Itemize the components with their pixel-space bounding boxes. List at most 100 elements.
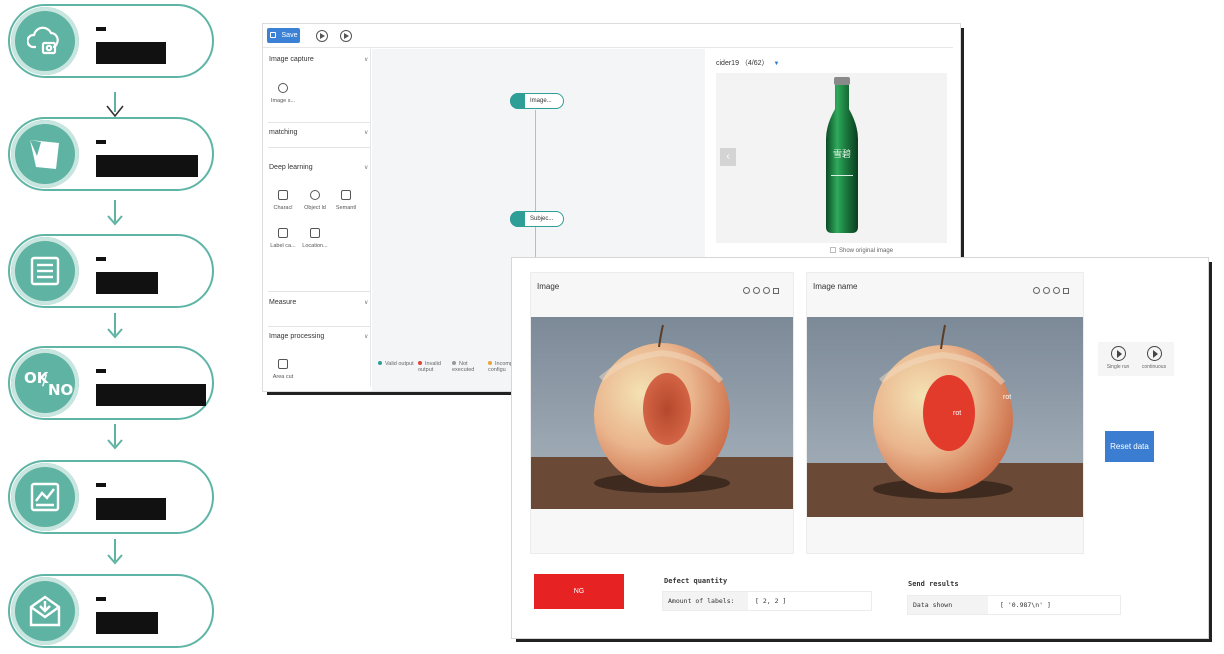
panel-title: Image name (813, 282, 858, 291)
bottle-image: 雪碧 (826, 77, 858, 233)
section-image-processing[interactable]: Image processing (269, 333, 324, 340)
bottle-logo: 雪碧 (833, 148, 851, 160)
image-name-panel: Image name rot rot (806, 272, 1084, 554)
dropdown-icon[interactable]: ▼ (773, 61, 779, 67)
no-label: NO (48, 381, 74, 399)
previous-image-button[interactable]: ‹ (720, 148, 736, 166)
target-icon (310, 190, 320, 200)
chevron-down-icon[interactable]: ∨ (364, 129, 368, 136)
workflow-step-send (8, 574, 214, 648)
fullscreen-icon[interactable] (1063, 288, 1069, 294)
caption-marker (96, 369, 106, 373)
workflow-step-judge: OK / NO (8, 346, 214, 420)
workflow-diagram: OK / NO (0, 0, 230, 654)
tool-semantic[interactable]: Semantl (331, 190, 361, 211)
legend-item: Not executed (452, 361, 475, 373)
caption-block (96, 272, 158, 294)
section-image-capture[interactable]: Image capture (269, 56, 314, 63)
caption-block (96, 612, 158, 634)
chevron-down-icon[interactable]: ∨ (364, 56, 368, 63)
caption-marker (96, 257, 106, 261)
tool-object-id[interactable]: Object ld (300, 190, 330, 211)
flow-arrow-icon (107, 539, 123, 565)
zoom-in-icon[interactable] (1033, 287, 1040, 294)
save-button[interactable]: Save (267, 28, 300, 43)
subject-node-icon (510, 211, 525, 227)
tool-label-class[interactable]: Label ca... (268, 228, 298, 249)
flow-arrow-icon (107, 200, 123, 226)
reset-view-icon[interactable] (1053, 287, 1060, 294)
defect-label: rot (953, 410, 961, 417)
chart-monitor-icon (11, 463, 79, 531)
send-key: Data shown (908, 596, 988, 614)
play-icon (1110, 346, 1126, 361)
zoom-in-icon[interactable] (743, 287, 750, 294)
reset-view-icon[interactable] (763, 287, 770, 294)
divider (268, 291, 371, 292)
caption-marker (96, 597, 106, 601)
caption-block (96, 42, 166, 64)
area-cut-icon (278, 359, 288, 369)
divider (268, 147, 371, 148)
section-measure[interactable]: Measure (269, 299, 296, 306)
image-node-icon (510, 93, 525, 109)
cloud-camera-icon (278, 83, 288, 93)
legend-item: Valid output (378, 361, 414, 367)
loop-play-icon (1146, 346, 1162, 361)
panel-tools (743, 281, 787, 294)
legend-item: Invalid output (418, 361, 441, 373)
node-subject[interactable]: Subjec... (510, 211, 564, 227)
flow-arrow-icon (107, 313, 123, 339)
divider (268, 326, 371, 327)
reset-data-button[interactable]: Reset data (1105, 431, 1154, 462)
polygon-crop-icon (11, 120, 79, 188)
step-play-icon[interactable] (340, 30, 352, 42)
show-original-checkbox[interactable]: Show original image (830, 247, 893, 254)
editor-toolbar: Save (263, 24, 953, 48)
panel-tools (1033, 281, 1077, 294)
tool-area-cut[interactable]: Area cut (268, 359, 298, 380)
cloud-camera-icon (11, 7, 79, 75)
continuous-run-button[interactable]: continuous (1136, 346, 1172, 370)
defect-quantity-title: Defect quantity (664, 577, 728, 585)
caption-block (96, 155, 198, 177)
caption-block (96, 498, 166, 520)
caption-marker (96, 483, 106, 487)
zoom-out-icon[interactable] (1043, 287, 1050, 294)
ok-no-icon: OK / NO (11, 349, 79, 417)
fullscreen-icon[interactable] (773, 288, 779, 294)
mail-download-icon (11, 577, 79, 645)
result-ng-button[interactable]: NG (534, 574, 624, 609)
save-label: Save (281, 32, 298, 39)
preview-image-frame: ‹ 雪碧 (716, 73, 947, 243)
send-results-row: Data shown [ '0.987\n' ] (907, 595, 1121, 615)
label-icon (278, 228, 288, 238)
flow-arrow-icon (107, 424, 123, 450)
node-image[interactable]: Image... (510, 93, 564, 109)
grid-icon (310, 228, 320, 238)
workflow-step-detect (8, 234, 214, 308)
caption-block (96, 384, 206, 406)
slash-label: / (42, 373, 48, 389)
panel-title: Image (537, 282, 560, 291)
divider (268, 122, 371, 123)
workflow-step-capture (8, 4, 214, 78)
chevron-down-icon[interactable]: ∨ (364, 333, 368, 340)
section-matching[interactable]: matching (269, 129, 297, 136)
section-deep-learning[interactable]: Deep learning (269, 164, 313, 171)
workflow-step-display (8, 460, 214, 534)
play-icon[interactable] (316, 30, 328, 42)
defect-label: rot (1003, 394, 1011, 401)
chevron-down-icon[interactable]: ∨ (364, 164, 368, 171)
preview-title[interactable]: cider19 （4/62） ▼ (716, 58, 779, 68)
zoom-out-icon[interactable] (753, 287, 760, 294)
run-controls: Single run continuous (1098, 342, 1174, 376)
tool-character[interactable]: Characl (268, 190, 298, 211)
chevron-down-icon[interactable]: ∨ (364, 299, 368, 306)
inspection-window: Image Image name rot rot Single run cont… (512, 258, 1208, 638)
defect-key: Amount of labels: (663, 592, 748, 610)
checkbox-box (830, 247, 836, 253)
tool-location[interactable]: Location... (300, 228, 330, 249)
tool-image-source[interactable]: Image s... (268, 83, 298, 104)
single-run-button[interactable]: Single run (1100, 346, 1136, 370)
